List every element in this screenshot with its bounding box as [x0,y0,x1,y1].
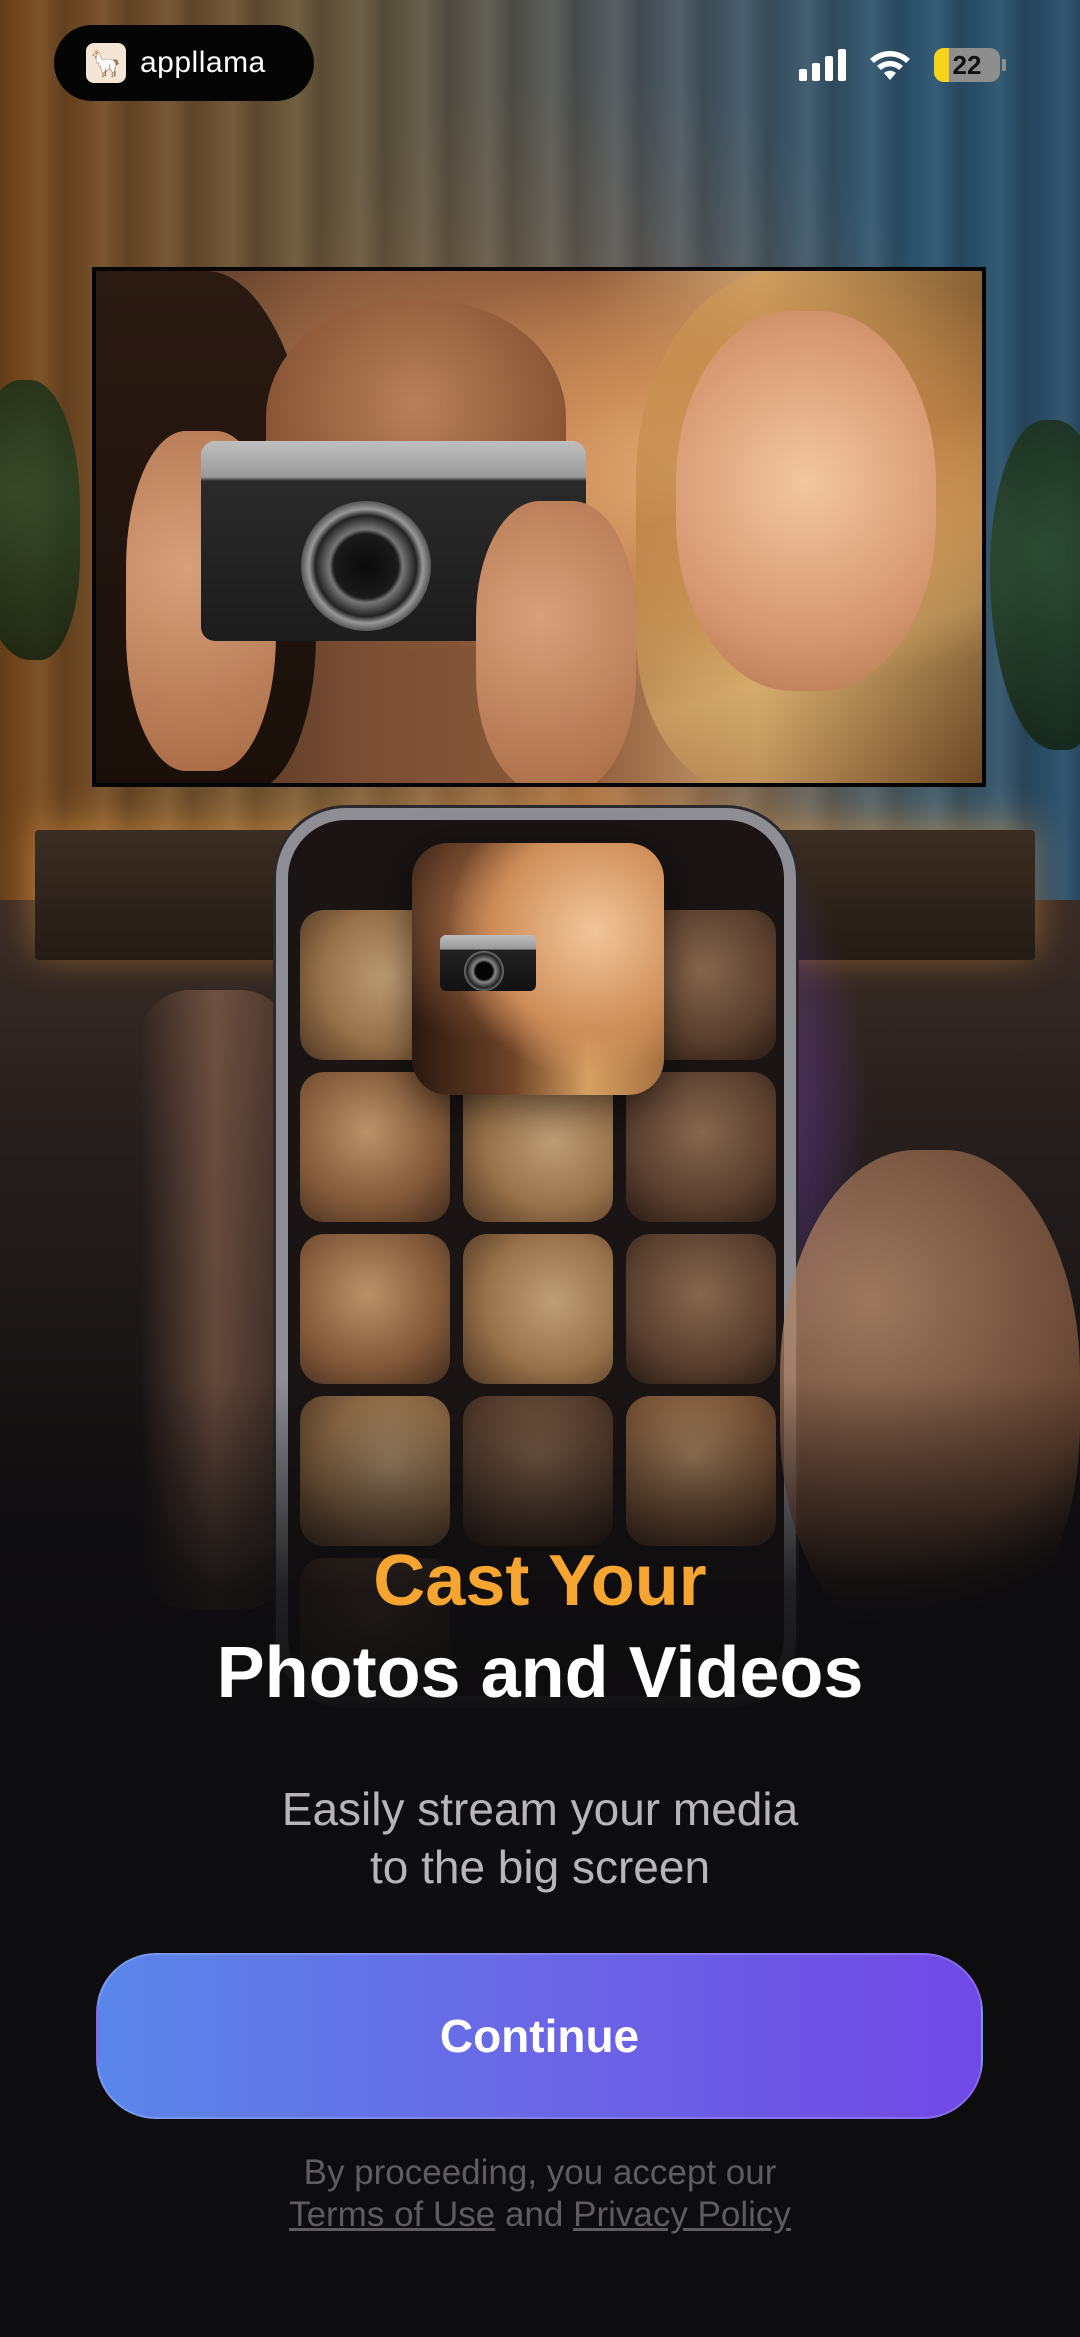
subtitle-line-1: Easily stream your media [281,1783,799,1835]
headline-main: Photos and Videos [216,1633,864,1713]
brand-badge: 🦙 appllama [54,25,314,101]
tv-screen-photo [92,267,986,787]
headline-accent: Cast Your [373,1541,707,1621]
status-indicators: 22 [799,48,1006,82]
photo-thumbnail [463,1234,613,1384]
wifi-icon [870,51,910,80]
battery-icon: 22 [934,48,1006,82]
subtitle-line-2: to the big screen [369,1841,711,1893]
legal-prefix: By proceeding, you accept our [303,2153,777,2192]
photo-thumbnail [626,1072,776,1222]
photo-thumbnail [300,1072,450,1222]
battery-level: 22 [952,49,982,80]
terms-of-use-link[interactable]: Terms of Use [289,2195,495,2234]
llama-logo-icon: 🦙 [86,43,126,83]
featured-photo [412,843,664,1095]
subtitle: Easily stream your media to the big scre… [0,1780,1080,1896]
legal-notice: By proceeding, you accept our Terms of U… [0,2152,1080,2236]
brand-name: appllama [140,46,266,79]
legal-conjunction: and [504,2195,564,2234]
photo-thumbnail [300,1234,450,1384]
continue-button[interactable]: Continue [96,1953,983,2119]
privacy-policy-link[interactable]: Privacy Policy [573,2195,791,2234]
cellular-signal-icon [799,49,846,81]
photo-thumbnail [626,1234,776,1384]
